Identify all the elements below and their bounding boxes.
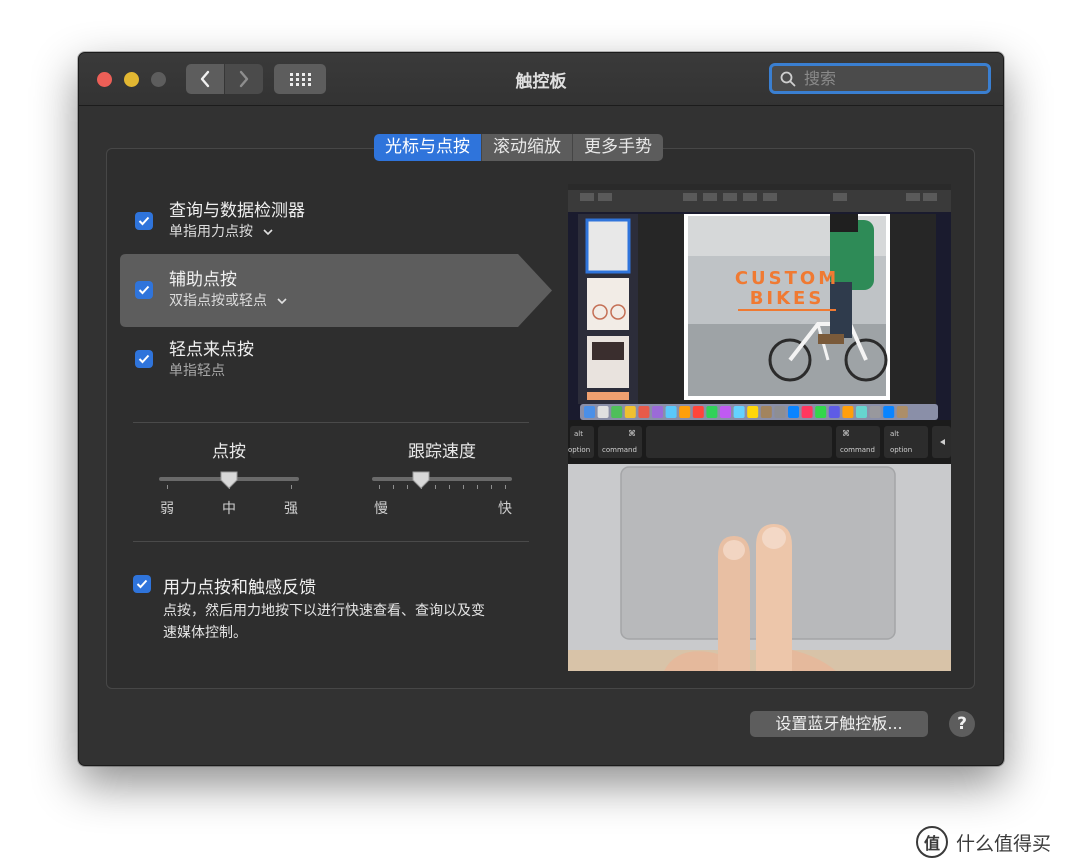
force-click-description-line2: 速媒体控制。 <box>163 625 247 641</box>
dock-app-icon <box>869 406 881 418</box>
tap-to-click-description: 单指轻点 <box>169 363 225 379</box>
dock-app-icon <box>706 406 718 418</box>
dock-app-icon <box>665 406 677 418</box>
click-slider-thumb[interactable] <box>220 471 238 489</box>
dock-app-icon <box>679 406 691 418</box>
chevron-down-icon <box>277 297 288 304</box>
key-alt-right: alt <box>890 430 899 438</box>
tracking-tick <box>379 485 380 489</box>
force-click-checkbox[interactable] <box>133 575 151 593</box>
lookup-dropdown[interactable]: 单指用力点按 <box>169 221 274 241</box>
dock-app-icon <box>747 406 759 418</box>
key-cmd-symbol-right: ⌘ <box>842 429 850 438</box>
tab-scroll-and-zoom[interactable]: 滚动缩放 <box>482 134 573 161</box>
key-alt-left: alt <box>574 430 583 438</box>
dock-app-icon <box>584 406 595 418</box>
dock-app-icon <box>652 406 663 418</box>
key-command-left: command <box>602 446 637 454</box>
watermark: 值 什么值得买 <box>916 824 1051 860</box>
key-option-right: option <box>890 446 912 454</box>
title-bar: 触控板 <box>79 53 1003 106</box>
click-mid-label: 中 <box>222 501 236 517</box>
poster-title-line1: CUSTOM <box>735 268 839 289</box>
dock-app-icon <box>856 406 867 418</box>
click-tick <box>167 485 168 489</box>
dock-app-icon <box>896 406 908 418</box>
checkmark-icon <box>138 216 150 226</box>
lookup-label: 查询与数据检测器 <box>169 201 305 221</box>
dock-app-icon <box>760 406 772 418</box>
tab-more-gestures[interactable]: 更多手势 <box>573 134 663 161</box>
tracking-slider-title: 跟踪速度 <box>408 442 476 462</box>
tracking-max-label: 快 <box>498 501 512 517</box>
search-field[interactable] <box>769 63 991 94</box>
dock-app-icon <box>801 406 813 418</box>
dock-app-icon <box>828 406 840 418</box>
dock-app-icon <box>624 406 636 418</box>
tracking-tick <box>407 485 408 489</box>
separator <box>133 422 529 423</box>
click-slider-title: 点按 <box>212 442 246 462</box>
click-tick <box>291 485 292 489</box>
help-button[interactable]: ? <box>949 711 975 737</box>
search-input[interactable] <box>802 68 976 89</box>
key-option-left: option <box>568 446 590 454</box>
dock-app-icon <box>720 406 731 418</box>
tracking-tick <box>463 485 464 489</box>
dock-app-icon <box>611 406 623 418</box>
tracking-min-label: 慢 <box>374 501 388 517</box>
setup-bluetooth-trackpad-button[interactable]: 设置蓝牙触控板... <box>750 711 928 737</box>
dock-app-icon <box>774 406 786 418</box>
system-preferences-window: 触控板 光标与点按 滚动缩放 更多手势 查询与数据检测器 单指用力点按 辅助点按… <box>78 52 1004 766</box>
secondary-click-dropdown-value: 双指点按或轻点 <box>169 293 267 309</box>
dock-app-icon <box>883 406 895 418</box>
tab-point-and-click[interactable]: 光标与点按 <box>374 134 482 161</box>
lookup-dropdown-value: 单指用力点按 <box>169 224 253 240</box>
poster-title-line2: BIKES <box>750 288 825 309</box>
tracking-tick <box>505 485 506 489</box>
watermark-logo-icon: 值 <box>916 826 948 858</box>
tap-to-click-label: 轻点来点按 <box>169 340 254 360</box>
key-cmd-symbol-left: ⌘ <box>628 429 636 438</box>
gesture-preview-illustration: CUSTOM BIKES alt option ⌘ command ⌘ comm… <box>568 184 951 671</box>
click-max-label: 强 <box>284 501 298 517</box>
dock-app-icon <box>733 406 745 418</box>
dock-app-icon <box>597 406 609 418</box>
tracking-tick <box>477 485 478 489</box>
dock-app-icon <box>788 406 799 418</box>
checkmark-icon <box>136 579 148 589</box>
tracking-tick <box>449 485 450 489</box>
tracking-tick <box>491 485 492 489</box>
force-click-label: 用力点按和触感反馈 <box>163 578 316 598</box>
gesture-preview: CUSTOM BIKES alt option ⌘ command ⌘ comm… <box>568 184 951 671</box>
chevron-down-icon <box>263 228 274 235</box>
force-click-description-line1: 点按，然后用力地按下以进行快速查看、查询以及变 <box>163 603 485 619</box>
separator <box>133 541 529 542</box>
tap-to-click-checkbox[interactable] <box>135 350 153 368</box>
tab-bar: 光标与点按 滚动缩放 更多手势 <box>374 134 663 161</box>
secondary-click-checkbox[interactable] <box>135 281 153 299</box>
secondary-click-label: 辅助点按 <box>169 270 237 290</box>
dock-app-icon <box>842 406 854 418</box>
search-icon <box>780 71 796 86</box>
dock-app-icon <box>815 406 827 418</box>
checkmark-icon <box>138 354 150 364</box>
click-min-label: 弱 <box>160 501 174 517</box>
secondary-click-dropdown[interactable]: 双指点按或轻点 <box>169 290 288 310</box>
dock-app-icon <box>692 406 704 418</box>
tracking-tick <box>435 485 436 489</box>
tracking-slider-track[interactable] <box>372 477 512 481</box>
watermark-text: 什么值得买 <box>956 832 1052 855</box>
key-command-right: command <box>840 446 875 454</box>
tracking-tick <box>393 485 394 489</box>
lookup-checkbox[interactable] <box>135 212 153 230</box>
checkmark-icon <box>138 285 150 295</box>
tracking-slider-thumb[interactable] <box>412 471 430 489</box>
dock-app-icon <box>638 406 650 418</box>
